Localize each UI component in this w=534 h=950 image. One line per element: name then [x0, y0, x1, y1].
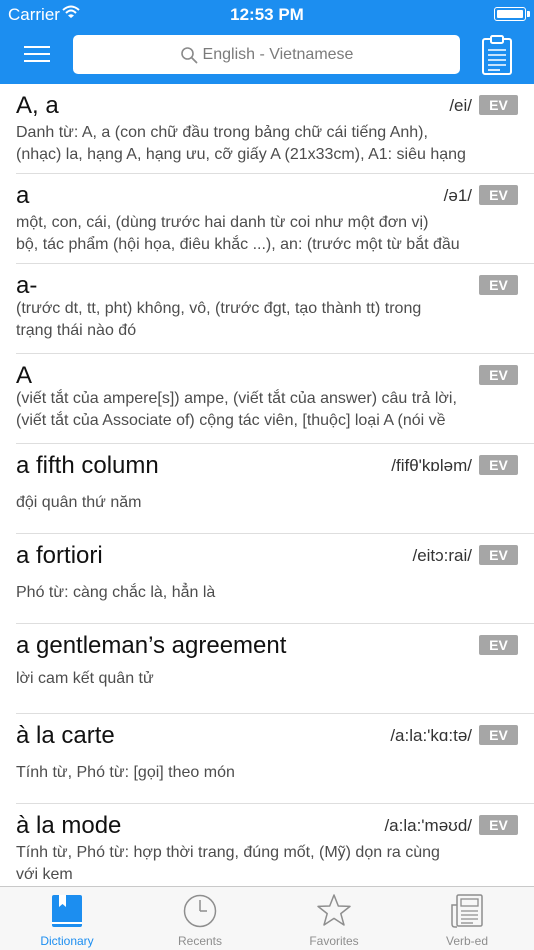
entry-word: à la mode	[16, 812, 122, 839]
list-item[interactable]: a gentleman’s agreement EV lời cam kết q…	[0, 624, 534, 714]
tab-dictionary[interactable]: Dictionary	[0, 887, 134, 950]
entry-word: a gentleman’s agreement	[16, 632, 287, 659]
definition-line: (trước dt, tt, pht) không, vô, (trước đg…	[16, 300, 422, 317]
tab-label: Verb-ed	[445, 934, 489, 948]
entry-word: a fifth column	[16, 452, 159, 479]
entry-definition: Tính từ, Phó từ: [gọi] theo món	[16, 762, 516, 784]
list-item[interactable]: a /ə1/ EV một, con, cái, (dùng trước hai…	[0, 174, 534, 264]
book-icon	[52, 895, 82, 927]
definition-line: với kem	[16, 866, 73, 883]
ev-badge: EV	[479, 275, 518, 295]
tab-recents[interactable]: Recents	[133, 887, 267, 950]
entry-definition: đội quân thứ năm	[16, 492, 516, 514]
list-item[interactable]: A EV (viết tắt của ampere[s]) ampe, (viế…	[0, 354, 534, 444]
ev-badge: EV	[479, 95, 518, 115]
status-bar: Carrier 12:53 PM	[0, 0, 534, 30]
entry-word: a	[16, 182, 30, 209]
definition-line: (viết tắt của ampere[s]) ampe, (viết tắt…	[16, 390, 457, 407]
ev-badge: EV	[479, 455, 518, 475]
menu-button[interactable]	[18, 38, 58, 68]
ev-badge: EV	[479, 545, 518, 565]
entry-word: A	[16, 362, 33, 389]
clipboard-icon[interactable]	[480, 34, 514, 76]
definition-line: một, con, cái, (dùng trước hai danh từ c…	[16, 214, 429, 231]
search-icon	[180, 46, 197, 63]
definition-line: Tính từ, Phó từ: hợp thời trang, đúng mố…	[16, 844, 440, 861]
entry-pronunciation: /a:la:'kɑ:tə/	[390, 726, 472, 745]
entry-definition: một, con, cái, (dùng trước hai danh từ c…	[16, 212, 516, 256]
list-item[interactable]: a fifth column /fifθ'kɒləm/ EV đội quân …	[0, 444, 534, 534]
ev-badge: EV	[479, 185, 518, 205]
entry-definition: Tính từ, Phó từ: hợp thời trang, đúng mố…	[16, 842, 516, 886]
definition-line: bộ, tác phẩm (hội họa, điêu khắc ...), a…	[16, 236, 460, 253]
tab-verb-ed[interactable]: Verb-ed	[400, 887, 534, 950]
definition-line: Tính từ, Phó từ: [gọi] theo món	[16, 764, 235, 781]
search-input[interactable]: English - Vietnamese	[73, 35, 460, 74]
entry-pronunciation: /a:la:'məʊd/	[384, 816, 472, 835]
entry-definition: Phó từ: càng chắc là, hẳn là	[16, 582, 516, 604]
entry-word: a-	[16, 272, 38, 299]
battery-icon	[494, 7, 530, 21]
ev-badge: EV	[479, 725, 518, 745]
entry-pronunciation: /ei/	[449, 96, 472, 115]
definition-line: Phó từ: càng chắc là, hẳn là	[16, 584, 216, 601]
star-icon	[317, 894, 351, 926]
entry-pronunciation: /eitɔ:rai/	[412, 546, 472, 565]
ev-badge: EV	[479, 815, 518, 835]
tab-favorites[interactable]: Favorites	[267, 887, 401, 950]
entry-word: A, a	[16, 92, 59, 119]
search-placeholder: English - Vietnamese	[202, 45, 354, 63]
tab-label: Dictionary	[40, 934, 94, 948]
entry-pronunciation: /fifθ'kɒləm/	[391, 456, 472, 475]
entry-definition: Danh từ: A, a (con chữ đầu trong bảng ch…	[16, 122, 516, 166]
entry-definition: (trước dt, tt, pht) không, vô, (trước đg…	[16, 298, 516, 342]
definition-line: trạng thái nào đó	[16, 322, 137, 339]
list-item[interactable]: à la mode /a:la:'məʊd/ EV Tính từ, Phó t…	[0, 804, 534, 894]
app-header: Carrier 12:53 PM English - Vietnamese	[0, 0, 534, 84]
definition-line: lời cam kết quân tử	[16, 670, 154, 687]
entry-definition: (viết tắt của ampere[s]) ampe, (viết tắt…	[16, 388, 516, 432]
tab-bar: Dictionary Recents Favorites Verb-ed	[0, 886, 534, 950]
definition-line: (nhạc) la, hạng A, hạng ưu, cỡ giấy A (2…	[16, 146, 466, 163]
list-item[interactable]: a fortiori /eitɔ:rai/ EV Phó từ: càng ch…	[0, 534, 534, 624]
definition-line: Danh từ: A, a (con chữ đầu trong bảng ch…	[16, 124, 428, 141]
list-item[interactable]: à la carte /a:la:'kɑ:tə/ EV Tính từ, Phó…	[0, 714, 534, 804]
list-item[interactable]: A, a /ei/ EV Danh từ: A, a (con chữ đầu …	[0, 84, 534, 174]
ev-badge: EV	[479, 635, 518, 655]
entry-word: à la carte	[16, 722, 115, 749]
tab-label: Recents	[177, 934, 223, 948]
entry-pronunciation: /ə1/	[443, 186, 472, 205]
definition-line: đội quân thứ năm	[16, 494, 142, 511]
hamburger-icon	[24, 46, 50, 48]
ev-badge: EV	[479, 365, 518, 385]
status-time: 12:53 PM	[230, 5, 304, 24]
list-item[interactable]: a- EV (trước dt, tt, pht) không, vô, (tr…	[0, 264, 534, 354]
entry-definition: lời cam kết quân tử	[16, 668, 516, 690]
tab-label: Favorites	[309, 934, 359, 948]
definition-line: (viết tắt của Associate of) cộng tác viê…	[16, 412, 446, 429]
entry-word: a fortiori	[16, 542, 103, 569]
document-icon	[451, 894, 483, 928]
clock-icon	[183, 894, 217, 928]
